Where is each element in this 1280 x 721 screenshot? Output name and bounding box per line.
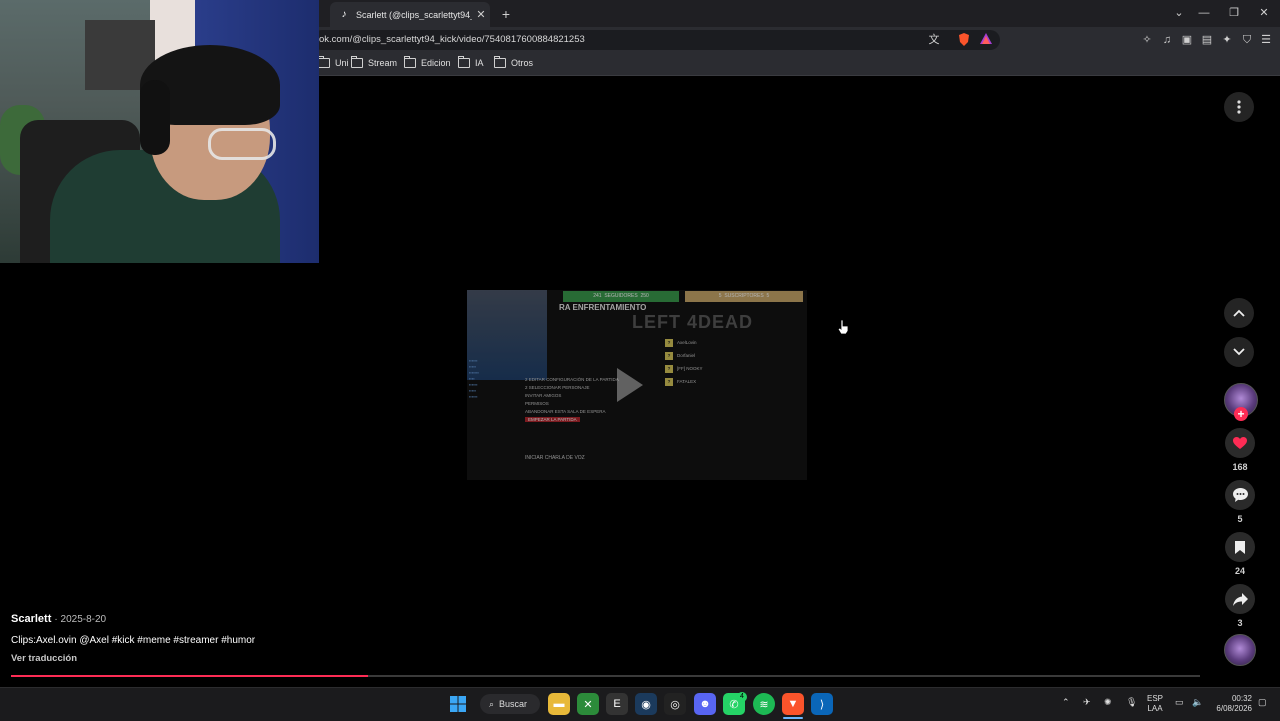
tiktok-icon: ♪ xyxy=(341,9,347,20)
post-caption: Clips:Axel.ovin @Axel #kick #meme #strea… xyxy=(11,635,256,646)
next-video-button[interactable] xyxy=(1224,337,1254,367)
epic-games-icon[interactable]: E xyxy=(606,693,628,715)
notifications-icon[interactable]: ▢ xyxy=(1258,697,1267,708)
search-icon: ⌕ xyxy=(489,698,495,709)
bookmark-label: IA xyxy=(475,58,484,68)
obs-icon[interactable]: ◎ xyxy=(664,693,686,715)
bookmark-icon xyxy=(1235,540,1245,554)
language-indicator[interactable]: ESP LAA xyxy=(1147,694,1163,714)
bookmark-edicion[interactable]: Edicion xyxy=(404,55,451,71)
folder-icon xyxy=(404,56,416,68)
clock[interactable]: 00:32 6/08/2026 xyxy=(1212,694,1252,714)
author-name[interactable]: Scarlett xyxy=(11,613,51,625)
xbox-icon[interactable]: ✕ xyxy=(577,693,599,715)
brave-browser-icon[interactable]: ▼ xyxy=(782,693,804,715)
share-count: 3 xyxy=(1237,618,1243,628)
media-icon[interactable]: ♫ xyxy=(1160,33,1174,47)
tray-app-icon[interactable]: ✺ xyxy=(1104,697,1112,708)
microphone-icon[interactable]: 🎙 xyxy=(1126,697,1137,708)
webcam-overlay xyxy=(0,0,319,263)
leo-ai-icon[interactable]: ✦ xyxy=(1220,33,1234,47)
clock-time: 00:32 xyxy=(1231,694,1252,703)
folder-icon xyxy=(494,56,506,68)
save-button[interactable] xyxy=(1225,532,1255,562)
steam-icon[interactable]: ◉ xyxy=(635,693,657,715)
clock-date: 6/08/2026 xyxy=(1216,704,1252,713)
active-app-indicator xyxy=(783,717,803,719)
post-date: · 2025-8-20 xyxy=(54,614,107,625)
share-button[interactable] xyxy=(1225,584,1255,614)
comment-count: 5 xyxy=(1237,514,1243,524)
more-options-button[interactable] xyxy=(1224,92,1254,122)
minimize-button[interactable]: — xyxy=(1190,4,1218,22)
close-window-button[interactable]: ✕ xyxy=(1250,4,1278,22)
bookmark-otros[interactable]: Otros xyxy=(494,55,533,71)
bookmark-label: Otros xyxy=(511,58,534,68)
tab-title: Scarlett (@clips_scarlettyt94_kick xyxy=(356,9,472,20)
tray-app-icon[interactable]: ✈ xyxy=(1083,697,1091,708)
brave-rewards-icon[interactable] xyxy=(979,33,993,47)
new-tab-button[interactable]: + xyxy=(498,6,514,22)
taskbar-search[interactable]: ⌕ Buscar xyxy=(480,694,540,714)
chevron-up-icon xyxy=(1233,309,1245,317)
see-translation-link[interactable]: Ver traducción xyxy=(11,653,77,664)
spotify-icon[interactable]: ≋ xyxy=(753,693,775,715)
close-tab-icon[interactable]: ✕ xyxy=(472,8,490,21)
extensions-icon[interactable]: ✧ xyxy=(1140,33,1154,47)
whatsapp-badge: 4 xyxy=(737,692,747,702)
heart-icon xyxy=(1233,436,1247,449)
sidebar-icon[interactable]: ▣ xyxy=(1180,33,1194,47)
volume-icon[interactable]: 🔈 xyxy=(1192,697,1203,708)
like-count: 168 xyxy=(1232,462,1248,472)
network-icon[interactable]: ▭ xyxy=(1175,697,1184,708)
bookmark-label: Edicion xyxy=(421,58,451,68)
bookmark-ia[interactable]: IA xyxy=(458,55,484,71)
language-code: ESP xyxy=(1147,694,1164,703)
folder-icon xyxy=(351,56,363,68)
play-icon[interactable] xyxy=(617,368,643,402)
share-icon xyxy=(1232,592,1248,606)
previous-video-button[interactable] xyxy=(1224,298,1254,328)
vpn-icon[interactable]: ⛉ xyxy=(1240,33,1254,47)
maximize-button[interactable]: ❐ xyxy=(1220,4,1248,22)
chevron-down-icon xyxy=(1233,348,1245,356)
translate-icon[interactable]: 文 xyxy=(927,33,941,47)
save-count: 24 xyxy=(1234,566,1245,576)
folder-icon xyxy=(318,56,330,68)
bookmark-label: Uni xyxy=(335,58,349,68)
comment-button[interactable] xyxy=(1225,480,1255,510)
video-progress-fill xyxy=(11,675,368,677)
headset xyxy=(140,80,170,155)
glasses xyxy=(208,128,276,160)
comment-icon xyxy=(1232,488,1248,502)
video-player[interactable]: 241 SEGUIDORES 250 5 SUSCRIPTORES 5 RA E… xyxy=(467,290,807,480)
more-vertical-icon xyxy=(1237,100,1241,114)
like-button[interactable] xyxy=(1225,428,1255,458)
url-field[interactable]: ok.com/@clips_scarlettyt94_kick/video/75… xyxy=(312,30,1000,50)
folder-icon xyxy=(458,56,470,68)
bookmark-stream[interactable]: Stream xyxy=(351,55,397,71)
browser-tab[interactable]: ♪ Scarlett (@clips_scarlettyt94_kick ✕ xyxy=(330,2,490,27)
wallet-icon[interactable]: ▤ xyxy=(1200,33,1214,47)
file-explorer-icon[interactable]: ▬ xyxy=(548,693,570,715)
hand-cursor-icon xyxy=(838,320,848,334)
post-author[interactable]: Scarlett · 2025-8-20 xyxy=(11,613,106,625)
windows-start-icon[interactable] xyxy=(447,693,469,715)
search-label: Buscar xyxy=(499,699,528,709)
vscode-icon[interactable]: ⟩ xyxy=(811,693,833,715)
menu-icon[interactable]: ☰ xyxy=(1259,33,1273,47)
brave-shield-icon[interactable] xyxy=(957,33,971,47)
follow-button[interactable]: + xyxy=(1234,407,1248,421)
tray-overflow-icon[interactable]: ⌃ xyxy=(1062,697,1070,708)
discord-icon[interactable]: ☻ xyxy=(694,693,716,715)
tab-list-chevron-icon[interactable]: ⌄ xyxy=(1165,4,1193,22)
bookmark-uni[interactable]: Uni xyxy=(318,55,349,71)
bookmark-label: Stream xyxy=(368,58,398,68)
sound-avatar[interactable] xyxy=(1224,634,1256,666)
keyboard-layout: LAA xyxy=(1147,704,1163,713)
